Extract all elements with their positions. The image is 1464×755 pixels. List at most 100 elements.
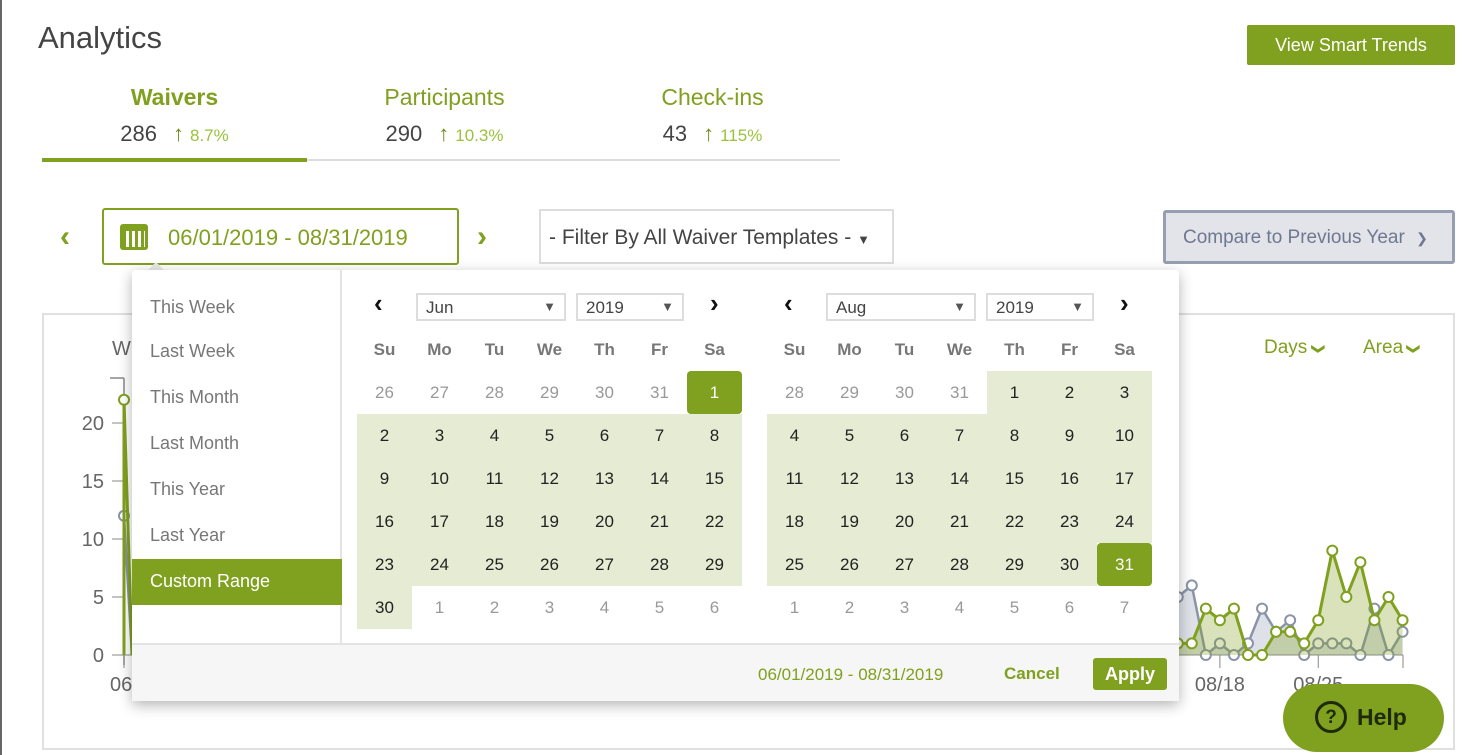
calendar-day[interactable]: 31 xyxy=(1097,543,1152,586)
calendar-day[interactable]: 9 xyxy=(1042,414,1097,457)
calendar-day[interactable]: 5 xyxy=(632,586,687,629)
calendar-day[interactable]: 28 xyxy=(632,543,687,586)
calendar-day[interactable]: 12 xyxy=(822,457,877,500)
calendar-day[interactable]: 30 xyxy=(357,586,412,629)
calendar-day[interactable]: 26 xyxy=(522,543,577,586)
range-option[interactable]: This Week xyxy=(132,283,342,329)
range-option[interactable]: Last Week xyxy=(132,329,342,375)
calendar-day[interactable]: 10 xyxy=(1097,414,1152,457)
next-month-button[interactable]: › xyxy=(1120,288,1129,319)
calendar-day[interactable]: 29 xyxy=(987,543,1042,586)
calendar-day[interactable]: 27 xyxy=(877,543,932,586)
year-select[interactable]: 2019 ▼ xyxy=(576,293,684,321)
calendar-day[interactable]: 4 xyxy=(467,414,522,457)
calendar-day[interactable]: 4 xyxy=(932,586,987,629)
calendar-day[interactable]: 7 xyxy=(932,414,987,457)
calendar-day[interactable]: 24 xyxy=(412,543,467,586)
calendar-day[interactable]: 9 xyxy=(357,457,412,500)
chart-type-dropdown[interactable]: Area ❯ xyxy=(1363,337,1422,359)
interval-dropdown[interactable]: Days ❯ xyxy=(1264,337,1326,359)
calendar-day[interactable]: 15 xyxy=(687,457,742,500)
range-option[interactable]: Last Year xyxy=(132,513,342,559)
cancel-button[interactable]: Cancel xyxy=(1004,664,1060,684)
calendar-day[interactable]: 18 xyxy=(467,500,522,543)
calendar-day[interactable]: 31 xyxy=(932,371,987,414)
calendar-day[interactable]: 11 xyxy=(767,457,822,500)
next-month-button[interactable]: › xyxy=(710,288,719,319)
calendar-day[interactable]: 30 xyxy=(1042,543,1097,586)
calendar-day[interactable]: 22 xyxy=(987,500,1042,543)
calendar-day[interactable]: 29 xyxy=(522,371,577,414)
calendar-day[interactable]: 3 xyxy=(412,414,467,457)
calendar-day[interactable]: 2 xyxy=(1042,371,1097,414)
calendar-day[interactable]: 15 xyxy=(987,457,1042,500)
calendar-day[interactable]: 8 xyxy=(687,414,742,457)
range-option[interactable]: Last Month xyxy=(132,421,342,467)
calendar-day[interactable]: 1 xyxy=(412,586,467,629)
calendar-day[interactable]: 1 xyxy=(687,371,742,414)
calendar-day[interactable]: 10 xyxy=(412,457,467,500)
calendar-day[interactable]: 28 xyxy=(467,371,522,414)
calendar-day[interactable]: 1 xyxy=(767,586,822,629)
calendar-day[interactable]: 2 xyxy=(357,414,412,457)
calendar-day[interactable]: 25 xyxy=(467,543,522,586)
range-option[interactable]: This Month xyxy=(132,375,342,421)
calendar-day[interactable]: 26 xyxy=(357,371,412,414)
calendar-day[interactable]: 5 xyxy=(522,414,577,457)
calendar-day[interactable]: 7 xyxy=(632,414,687,457)
calendar-day[interactable]: 21 xyxy=(932,500,987,543)
prev-month-button[interactable]: ‹ xyxy=(784,288,793,319)
calendar-day[interactable]: 20 xyxy=(877,500,932,543)
calendar-day[interactable]: 3 xyxy=(522,586,577,629)
calendar-day[interactable]: 3 xyxy=(877,586,932,629)
calendar-day[interactable]: 22 xyxy=(687,500,742,543)
apply-button[interactable]: Apply xyxy=(1093,658,1167,690)
month-select[interactable]: Aug ▼ xyxy=(826,293,976,321)
calendar-day[interactable]: 30 xyxy=(877,371,932,414)
calendar-day[interactable]: 5 xyxy=(987,586,1042,629)
calendar-day[interactable]: 4 xyxy=(577,586,632,629)
calendar-day[interactable]: 16 xyxy=(357,500,412,543)
calendar-day[interactable]: 30 xyxy=(577,371,632,414)
calendar-day[interactable]: 6 xyxy=(577,414,632,457)
calendar-day[interactable]: 6 xyxy=(1042,586,1097,629)
calendar-day[interactable]: 2 xyxy=(467,586,522,629)
calendar-day[interactable]: 27 xyxy=(412,371,467,414)
range-option[interactable]: Custom Range xyxy=(132,559,342,605)
calendar-day[interactable]: 24 xyxy=(1097,500,1152,543)
calendar-day[interactable]: 23 xyxy=(357,543,412,586)
calendar-day[interactable]: 19 xyxy=(822,500,877,543)
calendar-day[interactable]: 29 xyxy=(687,543,742,586)
calendar-day[interactable]: 27 xyxy=(577,543,632,586)
calendar-day[interactable]: 25 xyxy=(767,543,822,586)
prev-month-button[interactable]: ‹ xyxy=(374,288,383,319)
range-option[interactable]: This Year xyxy=(132,467,342,513)
calendar-day[interactable]: 17 xyxy=(1097,457,1152,500)
calendar-day[interactable]: 28 xyxy=(767,371,822,414)
calendar-day[interactable]: 26 xyxy=(822,543,877,586)
calendar-day[interactable]: 16 xyxy=(1042,457,1097,500)
calendar-day[interactable]: 12 xyxy=(522,457,577,500)
calendar-day[interactable]: 6 xyxy=(877,414,932,457)
help-button[interactable]: ? Help xyxy=(1283,684,1444,752)
calendar-day[interactable]: 17 xyxy=(412,500,467,543)
calendar-day[interactable]: 19 xyxy=(522,500,577,543)
calendar-day[interactable]: 5 xyxy=(822,414,877,457)
calendar-day[interactable]: 28 xyxy=(932,543,987,586)
calendar-day[interactable]: 23 xyxy=(1042,500,1097,543)
calendar-day[interactable]: 18 xyxy=(767,500,822,543)
month-select[interactable]: Jun ▼ xyxy=(416,293,566,321)
calendar-day[interactable]: 20 xyxy=(577,500,632,543)
calendar-day[interactable]: 14 xyxy=(932,457,987,500)
calendar-day[interactable]: 4 xyxy=(767,414,822,457)
calendar-day[interactable]: 29 xyxy=(822,371,877,414)
calendar-day[interactable]: 2 xyxy=(822,586,877,629)
calendar-day[interactable]: 13 xyxy=(577,457,632,500)
calendar-day[interactable]: 8 xyxy=(987,414,1042,457)
calendar-day[interactable]: 11 xyxy=(467,457,522,500)
calendar-day[interactable]: 7 xyxy=(1097,586,1152,629)
calendar-day[interactable]: 31 xyxy=(632,371,687,414)
calendar-day[interactable]: 14 xyxy=(632,457,687,500)
calendar-day[interactable]: 6 xyxy=(687,586,742,629)
calendar-day[interactable]: 13 xyxy=(877,457,932,500)
